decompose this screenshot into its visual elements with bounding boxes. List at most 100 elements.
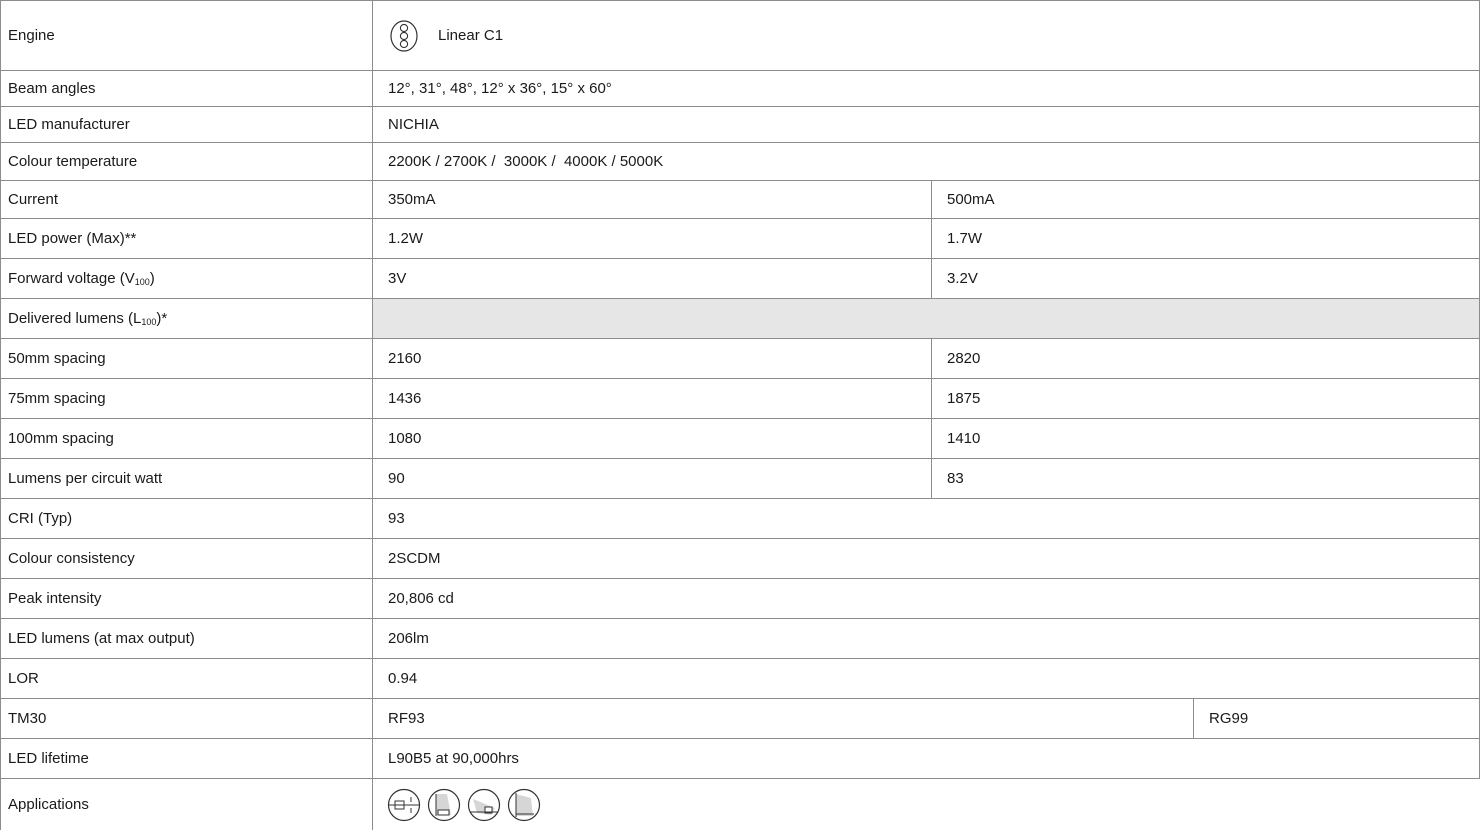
table-row-100mm-spacing: 100mm spacing 1080 1410: [0, 418, 1480, 458]
value-cell-500ma: 1.7W: [931, 218, 1480, 258]
label-cell: Colour consistency: [0, 538, 372, 578]
row-value: 2SCDM: [388, 550, 441, 567]
row-value: NICHIA: [388, 116, 439, 133]
row-label: 75mm spacing: [8, 390, 106, 407]
row-value: 500mA: [947, 191, 995, 208]
row-value: 1436: [388, 390, 422, 407]
label-cell: Colour temperature: [0, 142, 372, 180]
label-cell: CRI (Typ): [0, 498, 372, 538]
value-cell-350ma: 1.2W: [372, 218, 931, 258]
row-label: 50mm spacing: [8, 350, 106, 367]
value-cell: [372, 778, 1480, 830]
row-value: 3V: [388, 270, 407, 287]
row-label: 100mm spacing: [8, 430, 114, 447]
row-label: Colour temperature: [8, 153, 138, 170]
row-value: 206lm: [388, 630, 429, 647]
label-cell: LED power (Max)**: [0, 218, 372, 258]
value-cell-500ma: 1875: [931, 378, 1480, 418]
value-cell-500ma: 83: [931, 458, 1480, 498]
table-row-led-lifetime: LED lifetime L90B5 at 90,000hrs: [0, 738, 1480, 778]
row-value: 20,806 cd: [388, 590, 454, 607]
value-cell-500ma: 2820: [931, 338, 1480, 378]
row-value: 1410: [947, 430, 981, 447]
row-label: LED lumens (at max output): [8, 630, 195, 647]
label-cell: Delivered lumens (L100)*: [0, 298, 372, 338]
row-value: 1080: [388, 430, 422, 447]
table-row-colour-consistency: Colour consistency 2SCDM: [0, 538, 1480, 578]
value-cell-350ma: 350mA: [372, 180, 931, 218]
value-cell: 12°, 31°, 48°, 12° x 36°, 15° x 60°: [372, 70, 1480, 106]
wall-washing-icon: [387, 788, 421, 822]
value-cell: 206lm: [372, 618, 1480, 658]
table-row-led-manufacturer: LED manufacturer NICHIA: [0, 106, 1480, 142]
table-row-75mm-spacing: 75mm spacing 1436 1875: [0, 378, 1480, 418]
table-row-forward-voltage: Forward voltage (V100) 3V 3.2V: [0, 258, 1480, 298]
label-cell: Lumens per circuit watt: [0, 458, 372, 498]
label-cell: Applications: [0, 778, 372, 830]
row-label: TM30: [8, 710, 47, 727]
value-cell: 20,806 cd: [372, 578, 1480, 618]
row-label: LED manufacturer: [8, 116, 130, 133]
table-row-colour-temperature: Colour temperature 2200K / 2700K / 3000K…: [0, 142, 1480, 180]
row-value: 2160: [388, 350, 422, 367]
grazing-icon: [507, 788, 541, 822]
table-row-led-lumens: LED lumens (at max output) 206lm: [0, 618, 1480, 658]
row-label: Forward voltage (V100): [8, 270, 155, 287]
row-value: 3.2V: [947, 270, 978, 287]
value-cell-rf: RF93: [372, 698, 1193, 738]
row-value: L90B5 at 90,000hrs: [388, 750, 519, 767]
label-cell: 100mm spacing: [0, 418, 372, 458]
row-value: 1875: [947, 390, 981, 407]
label-text-end: ): [149, 270, 155, 287]
row-value: RG99: [1209, 710, 1249, 727]
row-label: Beam angles: [8, 80, 96, 97]
row-value: 90: [388, 470, 405, 487]
label-cell: 75mm spacing: [0, 378, 372, 418]
value-cell-350ma: 3V: [372, 258, 931, 298]
label-text: Forward voltage (V: [8, 270, 135, 287]
value-cell-500ma: 3.2V: [931, 258, 1480, 298]
label-cell: Current: [0, 180, 372, 218]
value-cell-350ma: 1436: [372, 378, 931, 418]
label-cell: LED manufacturer: [0, 106, 372, 142]
table-row-50mm-spacing: 50mm spacing 2160 2820: [0, 338, 1480, 378]
linear-c1-engine-icon: [388, 19, 420, 52]
value-cell: 0.94: [372, 658, 1480, 698]
row-label: Current: [8, 191, 59, 208]
row-label: Delivered lumens (L100)*: [8, 310, 167, 327]
engine-name: Linear C1: [438, 27, 504, 44]
row-label: CRI (Typ): [8, 510, 73, 527]
row-label: Peak intensity: [8, 590, 102, 607]
row-label: Engine: [8, 27, 55, 44]
label-cell: 50mm spacing: [0, 338, 372, 378]
table-row-peak-intensity: Peak intensity 20,806 cd: [0, 578, 1480, 618]
row-value: 83: [947, 470, 964, 487]
value-cell-500ma: 1410: [931, 418, 1480, 458]
table-row-delivered-lumens: Delivered lumens (L100)*: [0, 298, 1480, 338]
value-cell-rg: RG99: [1193, 698, 1480, 738]
row-label: Lumens per circuit watt: [8, 470, 163, 487]
label-cell: Forward voltage (V100): [0, 258, 372, 298]
row-value: 1.2W: [388, 230, 424, 247]
label-cell: Peak intensity: [0, 578, 372, 618]
table-row-engine: Engine Linear C1: [0, 0, 1480, 70]
label-subscript: 100: [134, 277, 150, 287]
value-cell: 93: [372, 498, 1480, 538]
row-label: LED power (Max)**: [8, 230, 137, 247]
recessed-downlight-icon: [427, 788, 461, 822]
label-cell: LOR: [0, 658, 372, 698]
table-row-applications: Applications: [0, 778, 1480, 830]
value-cell: L90B5 at 90,000hrs: [372, 738, 1480, 778]
accent-lighting-icon: [467, 788, 501, 822]
value-cell-350ma: 90: [372, 458, 931, 498]
row-value: 12°, 31°, 48°, 12° x 36°, 15° x 60°: [388, 80, 612, 97]
row-label: LOR: [8, 670, 39, 687]
value-cell: NICHIA: [372, 106, 1480, 142]
label-cell: Beam angles: [0, 70, 372, 106]
table-row-cri: CRI (Typ) 93: [0, 498, 1480, 538]
value-cell: Linear C1: [372, 0, 1480, 70]
row-value: 2200K / 2700K / 3000K / 4000K / 5000K: [388, 153, 664, 170]
label-text-end: )*: [156, 310, 168, 327]
table-row-beam-angles: Beam angles 12°, 31°, 48°, 12° x 36°, 15…: [0, 70, 1480, 106]
row-label: Colour consistency: [8, 550, 135, 567]
